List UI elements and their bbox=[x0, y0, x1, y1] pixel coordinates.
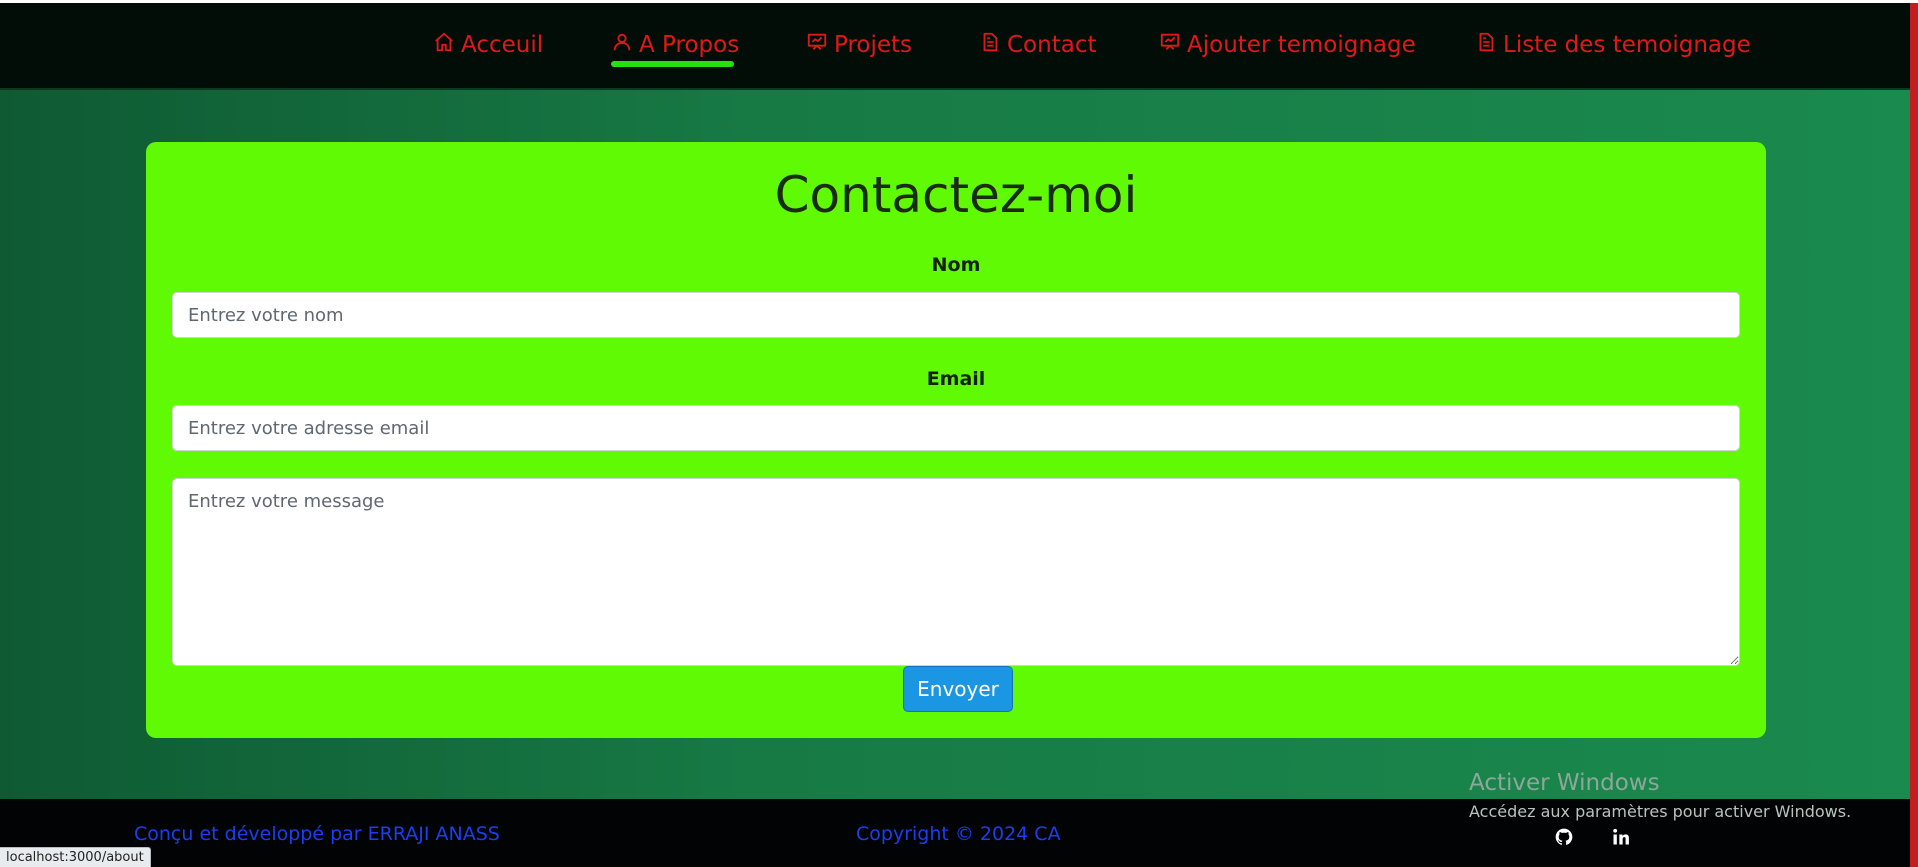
document-icon bbox=[1475, 31, 1497, 59]
presentation-icon bbox=[806, 31, 828, 59]
footer-credit: Conçu et développé par ERRAJI ANASS bbox=[134, 823, 500, 845]
email-field[interactable] bbox=[172, 405, 1740, 451]
nav-item-a-propos[interactable]: A Propos bbox=[611, 27, 739, 63]
nav-item-liste-temoignage[interactable]: Liste des temoignage bbox=[1475, 27, 1751, 63]
nav-item-label: Projets bbox=[834, 32, 913, 58]
nav-list: Acceuil A Propos Projets Contact Ajouter… bbox=[0, 3, 1910, 88]
submit-button[interactable]: Envoyer bbox=[903, 666, 1013, 712]
contact-card: Contactez-moi Nom Email Envoyer bbox=[146, 142, 1766, 738]
nav-item-contact[interactable]: Contact bbox=[979, 27, 1096, 63]
nav-item-label: Liste des temoignage bbox=[1503, 32, 1751, 58]
document-icon bbox=[979, 31, 1001, 59]
nav-item-label: Contact bbox=[1007, 32, 1097, 58]
nav-item-label: A Propos bbox=[639, 32, 740, 58]
page-title: Contactez-moi bbox=[774, 166, 1138, 224]
nav-item-acceuil[interactable]: Acceuil bbox=[433, 27, 543, 63]
nav-item-projets[interactable]: Projets bbox=[806, 27, 912, 63]
status-bar-url: localhost:3000/about bbox=[0, 847, 151, 867]
linkedin-icon[interactable] bbox=[1611, 827, 1633, 849]
presentation-icon bbox=[1159, 31, 1181, 59]
name-label: Nom bbox=[931, 254, 981, 276]
activate-windows-subtitle: Accédez aux paramètres pour activer Wind… bbox=[1469, 802, 1852, 821]
nav-item-label: Ajouter temoignage bbox=[1187, 32, 1416, 58]
active-nav-underline bbox=[611, 61, 734, 67]
nav-item-label: Acceuil bbox=[461, 32, 544, 58]
user-icon bbox=[611, 31, 633, 59]
footer-copyright: Copyright © 2024 CA bbox=[856, 823, 1061, 845]
navbar: Acceuil A Propos Projets Contact Ajouter… bbox=[0, 3, 1910, 90]
scrollbar[interactable] bbox=[1910, 3, 1918, 867]
name-field[interactable] bbox=[172, 292, 1740, 338]
activate-windows-title: Activer Windows bbox=[1469, 770, 1660, 796]
email-label: Email bbox=[926, 368, 986, 390]
home-icon bbox=[433, 31, 455, 59]
github-icon[interactable] bbox=[1554, 827, 1576, 849]
message-field[interactable] bbox=[172, 478, 1740, 666]
nav-item-ajouter-temoignage[interactable]: Ajouter temoignage bbox=[1159, 27, 1416, 63]
